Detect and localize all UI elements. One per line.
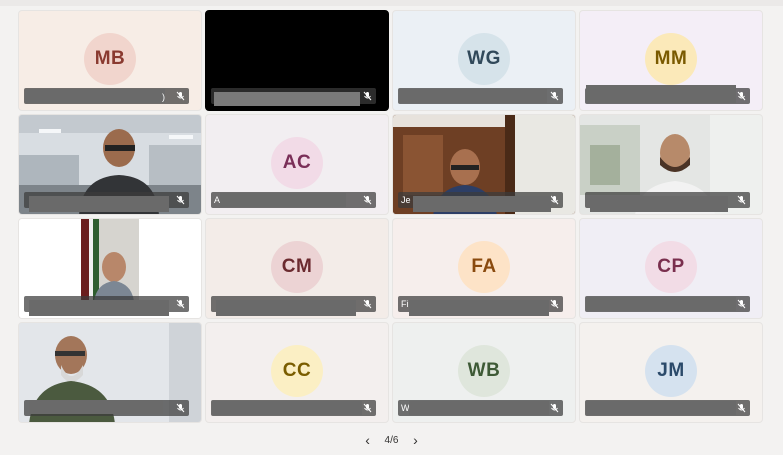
redacted-name — [590, 196, 728, 212]
avatar: JM — [645, 344, 697, 397]
mic-muted-icon — [363, 195, 372, 205]
name-fragment: ) — [162, 92, 165, 102]
redacted-name — [586, 85, 736, 103]
mic-muted-icon — [737, 403, 746, 413]
participant-tile[interactable]: FA Fi — [392, 218, 576, 319]
avatar: WG — [458, 32, 510, 85]
mic-muted-icon — [363, 91, 372, 101]
participant-video-tile[interactable] — [579, 114, 763, 215]
redacted-name — [409, 401, 549, 415]
redacted-name — [216, 300, 356, 316]
participant-tile[interactable]: MM — [579, 10, 763, 111]
redacted-name — [220, 193, 346, 207]
chevron-right-icon: › — [413, 432, 418, 448]
redacted-name — [25, 89, 165, 103]
participant-tile[interactable]: CC — [205, 322, 389, 423]
mic-muted-icon — [550, 299, 559, 309]
avatar: MM — [645, 32, 697, 85]
mic-muted-icon — [176, 195, 185, 205]
participant-tile[interactable]: JM — [579, 322, 763, 423]
mic-muted-icon — [363, 403, 372, 413]
mic-muted-icon — [550, 91, 559, 101]
mic-muted-icon — [363, 299, 372, 309]
participant-video-tile[interactable] — [18, 322, 202, 423]
mic-muted-icon — [176, 299, 185, 309]
avatar: CP — [645, 240, 697, 293]
participant-tile[interactable]: WB W — [392, 322, 576, 423]
redacted-name — [399, 89, 547, 103]
next-page-button[interactable]: › — [408, 433, 422, 447]
avatar: MB — [84, 32, 136, 85]
redacted-name — [29, 300, 169, 316]
avatar: WB — [458, 344, 510, 397]
mic-muted-icon — [176, 91, 185, 101]
pagination: ‹ 4/6 › — [0, 433, 783, 447]
redacted-name — [29, 400, 163, 414]
participant-tile[interactable]: CP — [579, 218, 763, 319]
redacted-name — [413, 196, 551, 212]
participant-tile[interactable] — [205, 10, 389, 111]
participant-tile[interactable]: MB ) — [18, 10, 202, 111]
participant-tile[interactable]: AC A — [205, 114, 389, 215]
top-divider — [0, 0, 783, 6]
avatar: AC — [271, 136, 323, 189]
redacted-name — [409, 300, 549, 316]
redacted-name — [586, 297, 736, 311]
avatar: FA — [458, 240, 510, 293]
participant-video-tile[interactable] — [18, 218, 202, 319]
redacted-name — [29, 196, 169, 212]
mic-muted-icon — [737, 299, 746, 309]
mic-muted-icon — [737, 91, 746, 101]
previous-page-button[interactable]: ‹ — [361, 433, 375, 447]
mic-muted-icon — [176, 403, 185, 413]
participant-tile[interactable]: CM — [205, 218, 389, 319]
mic-muted-icon — [550, 195, 559, 205]
participant-grid: MB ) WG MM AC A Je CM FA Fi CP CC WB W J… — [18, 10, 763, 423]
mic-muted-icon — [737, 195, 746, 205]
redacted-name — [586, 401, 736, 415]
avatar: CM — [271, 240, 323, 293]
name-text: Je — [401, 195, 411, 205]
scrollbar[interactable] — [777, 6, 783, 446]
chevron-left-icon: ‹ — [365, 432, 370, 448]
participant-video-tile[interactable]: Je — [392, 114, 576, 215]
participant-tile[interactable]: WG — [392, 10, 576, 111]
page-indicator: 4/6 — [384, 434, 399, 446]
participant-video-tile[interactable] — [18, 114, 202, 215]
redacted-name — [212, 401, 362, 415]
redacted-name — [214, 92, 360, 106]
avatar: CC — [271, 344, 323, 397]
mic-muted-icon — [550, 403, 559, 413]
name-text: Fi — [401, 299, 409, 309]
